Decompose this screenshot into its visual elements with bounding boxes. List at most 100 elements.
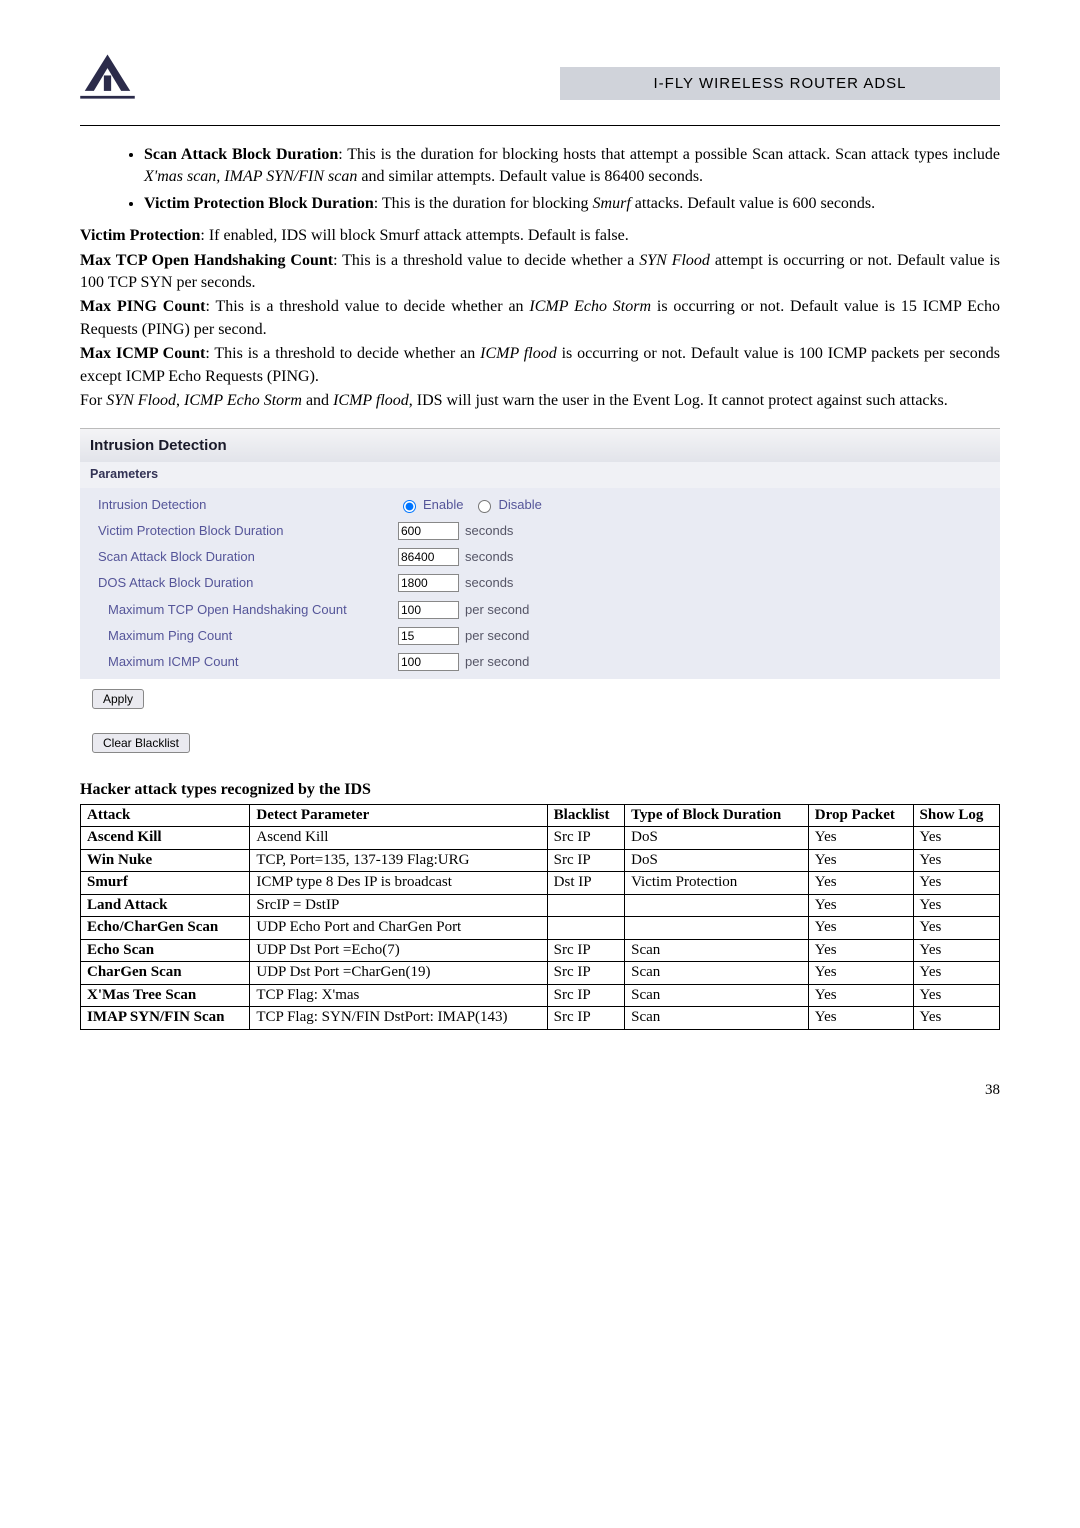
- para-italic: ICMP flood: [333, 392, 409, 409]
- radio-label: Enable: [423, 496, 463, 514]
- table-cell: Yes: [913, 1007, 999, 1030]
- param-label: Maximum TCP Open Handshaking Count: [108, 601, 398, 619]
- param-label: Scan Attack Block Duration: [98, 548, 398, 566]
- param-label: Victim Protection Block Duration: [98, 522, 398, 540]
- paragraph: Victim Protection: If enabled, IDS will …: [80, 225, 1000, 247]
- table-cell: Yes: [808, 827, 913, 850]
- table-cell: Yes: [913, 872, 999, 895]
- table-cell: ICMP type 8 Des IP is broadcast: [250, 872, 547, 895]
- paragraph: For SYN Flood, ICMP Echo Storm and ICMP …: [80, 390, 1000, 412]
- bullet-bold: Scan Attack Block Duration: [144, 146, 338, 163]
- page-number: 38: [80, 1080, 1000, 1101]
- param-row: Maximum Ping Count per second: [80, 623, 1000, 649]
- bullet-item: Victim Protection Block Duration: This i…: [144, 193, 1000, 215]
- param-row: DOS Attack Block Duration seconds: [80, 570, 1000, 596]
- table-row: X'Mas Tree ScanTCP Flag: X'masSrc IPScan…: [81, 984, 1000, 1007]
- bullet-italic: X'mas scan, IMAP SYN/FIN scan: [144, 168, 357, 185]
- attack-table: Attack Detect Parameter Blacklist Type o…: [80, 804, 1000, 1030]
- para-bold: Max TCP Open Handshaking Count: [80, 252, 333, 269]
- tcp-count-input[interactable]: [398, 601, 459, 619]
- table-cell: [547, 917, 624, 940]
- param-row-intrusion: Intrusion Detection Enable Disable: [80, 492, 1000, 518]
- table-cell: Src IP: [547, 984, 624, 1007]
- table-cell: UDP Echo Port and CharGen Port: [250, 917, 547, 940]
- table-cell: Yes: [913, 894, 999, 917]
- table-row: Land AttackSrcIP = DstIPYesYes: [81, 894, 1000, 917]
- bullet-text: attacks. Default value is 600 seconds.: [631, 195, 875, 212]
- table-cell: Scan: [625, 939, 809, 962]
- table-cell: Echo/CharGen Scan: [81, 917, 250, 940]
- para-text: : This is a threshold value to decide wh…: [333, 252, 639, 269]
- table-cell: Echo Scan: [81, 939, 250, 962]
- table-cell: Dst IP: [547, 872, 624, 895]
- logo-icon: [80, 50, 135, 100]
- button-row: Apply: [80, 679, 1000, 719]
- para-italic: ICMP Echo Storm: [529, 298, 651, 315]
- table-row: SmurfICMP type 8 Des IP is broadcastDst …: [81, 872, 1000, 895]
- enable-radio[interactable]: [403, 500, 416, 513]
- bullet-item: Scan Attack Block Duration: This is the …: [144, 144, 1000, 189]
- table-cell: Scan: [625, 984, 809, 1007]
- table-cell: Yes: [913, 962, 999, 985]
- table-cell: Smurf: [81, 872, 250, 895]
- table-cell: Src IP: [547, 962, 624, 985]
- table-cell: Ascend Kill: [250, 827, 547, 850]
- para-italic: SYN Flood: [106, 392, 176, 409]
- ping-count-input[interactable]: [398, 627, 459, 645]
- table-cell: IMAP SYN/FIN Scan: [81, 1007, 250, 1030]
- button-row: Clear Blacklist: [80, 729, 1000, 763]
- param-row: Scan Attack Block Duration seconds: [80, 544, 1000, 570]
- victim-duration-input[interactable]: [398, 522, 459, 540]
- table-cell: Ascend Kill: [81, 827, 250, 850]
- table-cell: Yes: [808, 939, 913, 962]
- table-cell: DoS: [625, 827, 809, 850]
- unit-label: seconds: [465, 522, 513, 540]
- table-cell: UDP Dst Port =Echo(7): [250, 939, 547, 962]
- param-label: Intrusion Detection: [98, 496, 398, 514]
- para-text: and: [302, 392, 333, 409]
- table-cell: TCP Flag: SYN/FIN DstPort: IMAP(143): [250, 1007, 547, 1030]
- bullet-text: : This is the duration for blocking: [374, 195, 593, 212]
- page-header-title: I-FLY WIRELESS ROUTER ADSL: [560, 67, 1000, 100]
- table-cell: [625, 917, 809, 940]
- apply-button[interactable]: Apply: [92, 689, 144, 709]
- table-row: IMAP SYN/FIN ScanTCP Flag: SYN/FIN DstPo…: [81, 1007, 1000, 1030]
- para-italic: SYN Flood: [639, 252, 710, 269]
- param-row: Maximum ICMP Count per second: [80, 649, 1000, 675]
- header: I-FLY WIRELESS ROUTER ADSL: [80, 50, 1000, 100]
- scan-duration-input[interactable]: [398, 548, 459, 566]
- unit-label: per second: [465, 653, 529, 671]
- table-cell: Src IP: [547, 849, 624, 872]
- table-cell: Yes: [913, 984, 999, 1007]
- para-text: : If enabled, IDS will block Smurf attac…: [200, 227, 628, 244]
- table-cell: Yes: [808, 872, 913, 895]
- unit-label: seconds: [465, 548, 513, 566]
- clear-blacklist-button[interactable]: Clear Blacklist: [92, 733, 190, 753]
- th-attack: Attack: [81, 804, 250, 827]
- table-cell: Yes: [913, 827, 999, 850]
- dos-duration-input[interactable]: [398, 574, 459, 592]
- disable-radio[interactable]: [478, 500, 491, 513]
- paragraph: Max PING Count: This is a threshold valu…: [80, 296, 1000, 341]
- table-cell: Src IP: [547, 939, 624, 962]
- para-bold: Max ICMP Count: [80, 345, 205, 362]
- config-panel: Intrusion Detection Parameters Intrusion…: [80, 428, 1000, 763]
- table-cell: TCP Flag: X'mas: [250, 984, 547, 1007]
- paragraph: Max ICMP Count: This is a threshold to d…: [80, 343, 1000, 388]
- radio-label: Disable: [498, 496, 541, 514]
- table-cell: Yes: [913, 917, 999, 940]
- attack-table-heading: Hacker attack types recognized by the ID…: [80, 779, 1000, 801]
- param-row: Maximum TCP Open Handshaking Count per s…: [80, 597, 1000, 623]
- bullet-bold: Victim Protection Block Duration: [144, 195, 374, 212]
- table-row: Ascend KillAscend KillSrc IPDoSYesYes: [81, 827, 1000, 850]
- table-row: Echo ScanUDP Dst Port =Echo(7)Src IPScan…: [81, 939, 1000, 962]
- bullet-italic: Smurf: [593, 195, 631, 212]
- icmp-count-input[interactable]: [398, 653, 459, 671]
- table-cell: X'Mas Tree Scan: [81, 984, 250, 1007]
- para-text: For: [80, 392, 106, 409]
- table-cell: Yes: [808, 984, 913, 1007]
- para-text: : This is a threshold value to decide wh…: [205, 298, 529, 315]
- table-cell: CharGen Scan: [81, 962, 250, 985]
- table-cell: Victim Protection: [625, 872, 809, 895]
- table-cell: DoS: [625, 849, 809, 872]
